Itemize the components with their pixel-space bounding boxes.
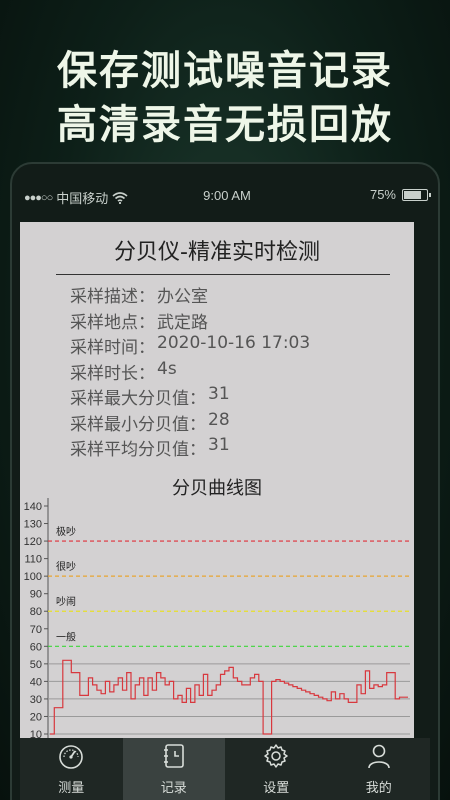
info-value: 2020-10-16 17:03 bbox=[157, 333, 311, 353]
info-row: 采样平均分贝值： 31 bbox=[70, 435, 310, 461]
info-label: 采样描述： bbox=[70, 287, 155, 307]
info-label: 采样地点： bbox=[70, 312, 155, 333]
threshold-label: 吵闹 bbox=[56, 595, 76, 608]
y-tick-label: 130 bbox=[24, 519, 42, 531]
user-icon bbox=[365, 742, 393, 774]
y-tick-label: 140 bbox=[24, 501, 42, 513]
info-value: 31 bbox=[208, 435, 230, 455]
battery-percent: 75% bbox=[369, 187, 396, 202]
speedometer-icon bbox=[57, 742, 85, 774]
title-divider bbox=[56, 274, 390, 275]
decibel-chart: 140 130 120 110 100 90 80 70 60 50 40 30 20 10 极吵很吵吵闹一… bbox=[24, 498, 410, 738]
tab-label: 测量 bbox=[58, 781, 85, 796]
tab-speedometer[interactable]: 测量 bbox=[20, 738, 123, 800]
info-value: 办公室 bbox=[157, 287, 208, 307]
record-report-card: 分贝仪-精准实时检测 采样描述： 办公室 采样地点： 武定路 采样时间： 2020-10-… bbox=[20, 222, 414, 738]
promo-headline-2: 高清录音无损回放 bbox=[57, 102, 393, 148]
tab-user[interactable]: 我的 bbox=[328, 738, 431, 800]
info-label: 采样时间： bbox=[70, 338, 155, 358]
report-title: 分贝仪-精准实时检测 bbox=[114, 240, 320, 265]
tab-label: 记录 bbox=[160, 781, 187, 796]
y-tick-label: 100 bbox=[24, 571, 42, 583]
y-tick-label: 30 bbox=[30, 694, 42, 706]
info-value: 28 bbox=[208, 409, 230, 430]
tab-gear[interactable]: 设置 bbox=[225, 738, 328, 800]
info-row: 采样地点： 武定路 bbox=[70, 308, 310, 334]
tab-record-book[interactable]: 记录 bbox=[122, 738, 225, 800]
info-row: 采样最小分贝值： 28 bbox=[70, 410, 310, 436]
tab-label: 我的 bbox=[365, 781, 392, 796]
info-value: 4s bbox=[157, 358, 177, 379]
info-label: 采样最小分贝值： bbox=[70, 414, 206, 435]
info-row: 采样时间： 2020-10-16 17:03 bbox=[70, 333, 310, 359]
y-tick-label: 120 bbox=[24, 536, 42, 548]
y-tick-label: 110 bbox=[24, 554, 42, 566]
gear-icon bbox=[262, 742, 290, 774]
y-tick-label: 70 bbox=[30, 624, 42, 636]
decibel-series-line bbox=[50, 659, 408, 735]
record-book-icon bbox=[160, 742, 188, 774]
info-value: 31 bbox=[208, 384, 230, 404]
info-row: 采样描述： 办公室 bbox=[70, 282, 310, 308]
threshold-label: 极吵 bbox=[56, 525, 76, 538]
info-value: 武定路 bbox=[157, 312, 208, 333]
chart-title: 分贝曲线图 bbox=[172, 478, 262, 499]
status-right: 75% bbox=[369, 187, 431, 202]
y-tick-label: 60 bbox=[30, 641, 42, 653]
info-row: 采样最大分贝值： 31 bbox=[70, 384, 310, 410]
threshold-label: 很吵 bbox=[56, 560, 76, 573]
info-row: 采样时长： 4s bbox=[70, 359, 310, 385]
info-label: 采样平均分贝值： bbox=[70, 440, 206, 460]
battery-icon bbox=[402, 188, 431, 201]
status-bar: ●●●○○ 中国移动 9:00 AM 75% bbox=[12, 184, 442, 208]
report-info-list: 采样描述： 办公室 采样地点： 武定路 采样时间： 2020-10-16 17:03 采样时… bbox=[70, 282, 310, 461]
y-tick-label: 20 bbox=[30, 711, 42, 723]
info-label: 采样最大分贝值： bbox=[70, 389, 206, 409]
y-tick-label: 80 bbox=[30, 606, 42, 618]
tab-label: 设置 bbox=[263, 781, 290, 796]
bottom-tab-bar: 测量 记录 设置 我的 bbox=[20, 738, 430, 800]
y-tick-label: 50 bbox=[30, 659, 42, 671]
threshold-label: 一般 bbox=[56, 630, 76, 643]
info-label: 采样时长： bbox=[70, 363, 155, 384]
y-tick-label: 90 bbox=[30, 589, 42, 601]
y-tick-label: 10 bbox=[30, 729, 42, 738]
y-tick-label: 40 bbox=[30, 676, 42, 688]
promo-headline-1: 保存测试噪音记录 bbox=[57, 48, 393, 94]
